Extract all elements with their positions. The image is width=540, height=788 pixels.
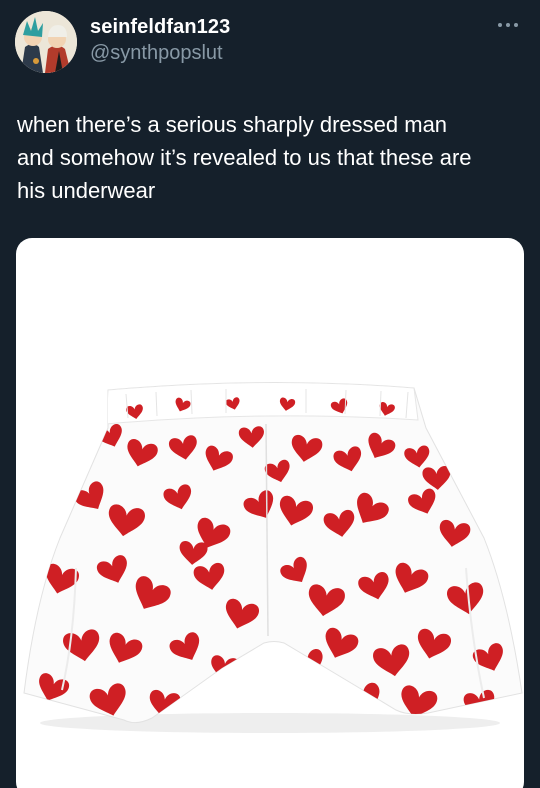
user-handle[interactable]: @synthpopslut xyxy=(90,42,223,65)
more-options-icon[interactable] xyxy=(494,14,522,36)
heart-boxer-shorts-image xyxy=(23,381,523,733)
tweet: seinfeldfan123 @synthpopslut when there’… xyxy=(0,0,540,788)
heart-print xyxy=(62,440,88,463)
tweet-media-image[interactable] xyxy=(16,238,524,788)
avatar-image xyxy=(15,11,77,73)
tweet-text: when there’s a serious sharply dressed m… xyxy=(17,112,472,203)
display-name[interactable]: seinfeldfan123 xyxy=(90,16,230,39)
avatar[interactable] xyxy=(15,11,77,73)
